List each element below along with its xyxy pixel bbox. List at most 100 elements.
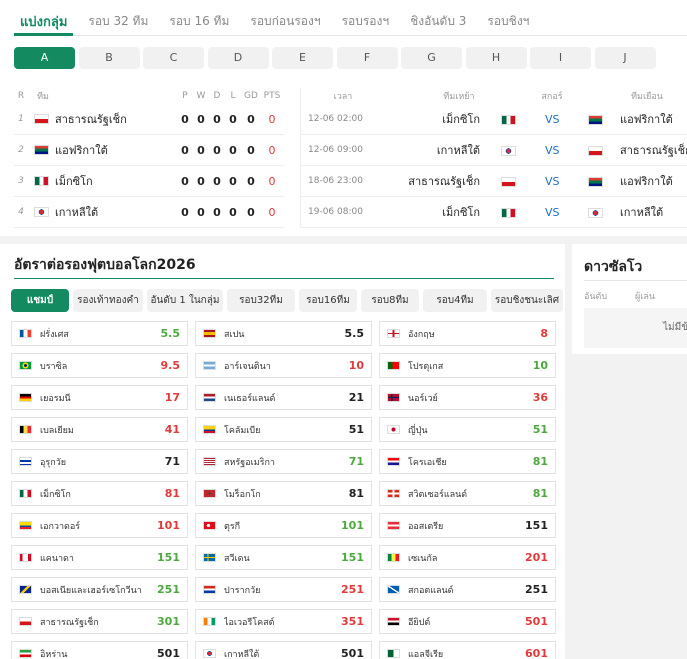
fixture-time: 12-06 09:00: [308, 145, 363, 155]
flag-ca-icon: [19, 553, 32, 562]
standings-team[interactable]: เม็กซิโก: [34, 166, 93, 196]
odds-card[interactable]: โปรตุเกส 10: [379, 353, 556, 378]
odds-card[interactable]: สวิตเซอร์แลนด์ 81: [379, 481, 556, 506]
group-button-h[interactable]: H: [465, 47, 527, 69]
flag-py-icon: [203, 585, 216, 594]
odds-card[interactable]: เบลเยียม 41: [11, 417, 188, 442]
group-button-c[interactable]: C: [143, 47, 204, 69]
fixture-home-team[interactable]: เม็กซิโก: [442, 104, 480, 134]
odds-tab[interactable]: รองเท้าทองคำ: [73, 289, 143, 312]
standings-team[interactable]: สาธารณรัฐเช็ก: [34, 104, 127, 134]
odds-card[interactable]: สกอตแลนด์ 251: [379, 577, 556, 602]
odds-team-name: โมร็อกโก: [224, 489, 261, 500]
odds-card[interactable]: เม็กซิโก 81: [11, 481, 188, 506]
odds-card[interactable]: อังกฤษ 8: [379, 321, 556, 346]
odds-card[interactable]: โครเอเชีย 81: [379, 449, 556, 474]
odds-team-name: ออสเตรีย: [408, 521, 444, 532]
odds-card[interactable]: สหรัฐอเมริกา 71: [195, 449, 372, 474]
odds-card[interactable]: สาธารณรัฐเช็ก 301: [11, 609, 188, 634]
flag-nl-icon: [203, 393, 216, 402]
header-pts: PTS: [263, 91, 281, 101]
stage-tab[interactable]: รอบ 16 ทีม: [163, 0, 235, 36]
fixture-time: 18-06 23:00: [308, 176, 363, 186]
stage-tab[interactable]: รอบชิงฯ: [481, 0, 535, 36]
group-button-e[interactable]: E: [272, 47, 333, 69]
fixture-home-team[interactable]: เม็กซิโก: [442, 197, 480, 227]
standings-team[interactable]: แอฟริกาใต้: [34, 135, 108, 165]
fixture-home-team[interactable]: เกาหลีใต้: [437, 135, 480, 165]
odds-tab[interactable]: รอบชิงชนะเลิศ: [491, 289, 563, 312]
standings-row[interactable]: 4 เกาหลีใต้ 0 0 0 0 0 0: [14, 197, 284, 228]
odds-card[interactable]: เนเธอร์แลนด์ 21: [195, 385, 372, 410]
odds-card[interactable]: ตุรกี 101: [195, 513, 372, 538]
standings-header: R ทีม P W D L GD PTS: [14, 88, 284, 104]
fixture-row[interactable]: 12-06 09:00 เกาหลีใต้ VS สาธารณรัฐเช็ก: [301, 135, 687, 166]
odds-value: 41: [164, 423, 180, 436]
odds-card[interactable]: ออสเตรีย 151: [379, 513, 556, 538]
group-button-j[interactable]: J: [594, 47, 656, 69]
header-team: ทีม: [37, 92, 49, 102]
fixture-away-team[interactable]: เกาหลีใต้: [620, 197, 663, 227]
fixture-row[interactable]: 12-06 02:00 เม็กซิโก VS แอฟริกาใต้: [301, 104, 687, 135]
group-button-g[interactable]: G: [401, 47, 462, 69]
fixture-away-team[interactable]: สาธารณรัฐเช็ก: [620, 135, 687, 165]
odds-card[interactable]: เซเนกัล 201: [379, 545, 556, 570]
stage-tab[interactable]: รอบรองฯ: [336, 0, 396, 36]
odds-card[interactable]: บราซิล 9.5: [11, 353, 188, 378]
odds-card[interactable]: อิหร่าน 501: [11, 641, 188, 659]
stage-tab[interactable]: รอบก่อนรองฯ: [244, 0, 326, 36]
odds-card[interactable]: เอกวาดอร์ 101: [11, 513, 188, 538]
odds-value: 151: [157, 551, 180, 564]
stage-tab[interactable]: ชิงอันดับ 3: [404, 0, 472, 36]
odds-card[interactable]: โคลัมเบีย 51: [195, 417, 372, 442]
odds-tab[interactable]: แชมป์: [11, 289, 69, 312]
odds-card[interactable]: โมร็อกโก 81: [195, 481, 372, 506]
odds-team-name: นอร์เวย์: [408, 393, 438, 404]
standings-row[interactable]: 3 เม็กซิโก 0 0 0 0 0 0: [14, 166, 284, 197]
group-button-f[interactable]: F: [336, 47, 398, 69]
odds-card[interactable]: ปารากวัย 251: [195, 577, 372, 602]
group-button-d[interactable]: D: [207, 47, 269, 69]
odds-card[interactable]: อาร์เจนตินา 10: [195, 353, 372, 378]
odds-team-name: สวิตเซอร์แลนด์: [408, 489, 468, 500]
odds-card[interactable]: บอสเนียและเฮอร์เซโกวีนา 251: [11, 577, 188, 602]
odds-card[interactable]: ญี่ปุ่น 51: [379, 417, 556, 442]
odds-panel: อัตราต่อรองฟุตบอลโลก2026 แชมป์ รองเท้าทอง…: [0, 244, 565, 659]
odds-tab[interactable]: อันดับ 1 ในกลุ่ม: [147, 289, 223, 312]
group-button-a[interactable]: A: [14, 47, 75, 69]
group-button-i[interactable]: I: [530, 47, 591, 69]
odds-card[interactable]: ไอเวอรีโคสต์ 351: [195, 609, 372, 634]
fixture-row[interactable]: 19-06 08:00 เม็กซิโก VS เกาหลีใต้: [301, 197, 687, 228]
group-button-b[interactable]: B: [78, 47, 140, 69]
flag-mx-icon: [34, 176, 49, 186]
standings-team[interactable]: เกาหลีใต้: [34, 197, 98, 227]
fixture-time: 19-06 08:00: [308, 207, 363, 217]
odds-card[interactable]: นอร์เวย์ 36: [379, 385, 556, 410]
fixture-row[interactable]: 18-06 23:00 สาธารณรัฐเช็ก VS แอฟริกาใต้: [301, 166, 687, 197]
odds-card[interactable]: เกาหลีใต้ 501: [195, 641, 372, 659]
odds-card[interactable]: แอลจีเรีย 601: [379, 641, 556, 659]
stage-tab[interactable]: แบ่งกลุ่ม: [14, 0, 74, 36]
odds-team-name: สหรัฐอเมริกา: [224, 457, 275, 468]
fixture-home-team[interactable]: สาธารณรัฐเช็ก: [408, 166, 480, 196]
odds-tab[interactable]: รอบ16ทีม: [299, 289, 357, 312]
odds-team-name: ปารากวัย: [224, 585, 261, 596]
fixture-away-team[interactable]: แอฟริกาใต้: [620, 104, 673, 134]
odds-tab[interactable]: รอบ4ทีม: [423, 289, 487, 312]
odds-card[interactable]: อุรุกวัย 71: [11, 449, 188, 474]
odds-card[interactable]: สเปน 5.5: [195, 321, 372, 346]
fixture-away-team[interactable]: แอฟริกาใต้: [620, 166, 673, 196]
odds-card[interactable]: แคนาดา 151: [11, 545, 188, 570]
flag-cz-icon: [588, 146, 603, 156]
stage-tab[interactable]: รอบ 32 ทีม: [82, 0, 154, 36]
standings-team-name: สาธารณรัฐเช็ก: [55, 113, 127, 126]
odds-card[interactable]: ฝรั่งเศส 5.5: [11, 321, 188, 346]
standings-row[interactable]: 2 แอฟริกาใต้ 0 0 0 0 0 0: [14, 135, 284, 166]
odds-team-name: เอกวาดอร์: [40, 521, 81, 532]
odds-card[interactable]: อียิปต์ 501: [379, 609, 556, 634]
odds-tab[interactable]: รอบ8ทีม: [361, 289, 419, 312]
standings-row[interactable]: 1 สาธารณรัฐเช็ก 0 0 0 0 0 0: [14, 104, 284, 135]
odds-card[interactable]: เยอรมนี 17: [11, 385, 188, 410]
odds-card[interactable]: สวีเดน 151: [195, 545, 372, 570]
odds-tab[interactable]: รอบ32ทีม: [227, 289, 295, 312]
